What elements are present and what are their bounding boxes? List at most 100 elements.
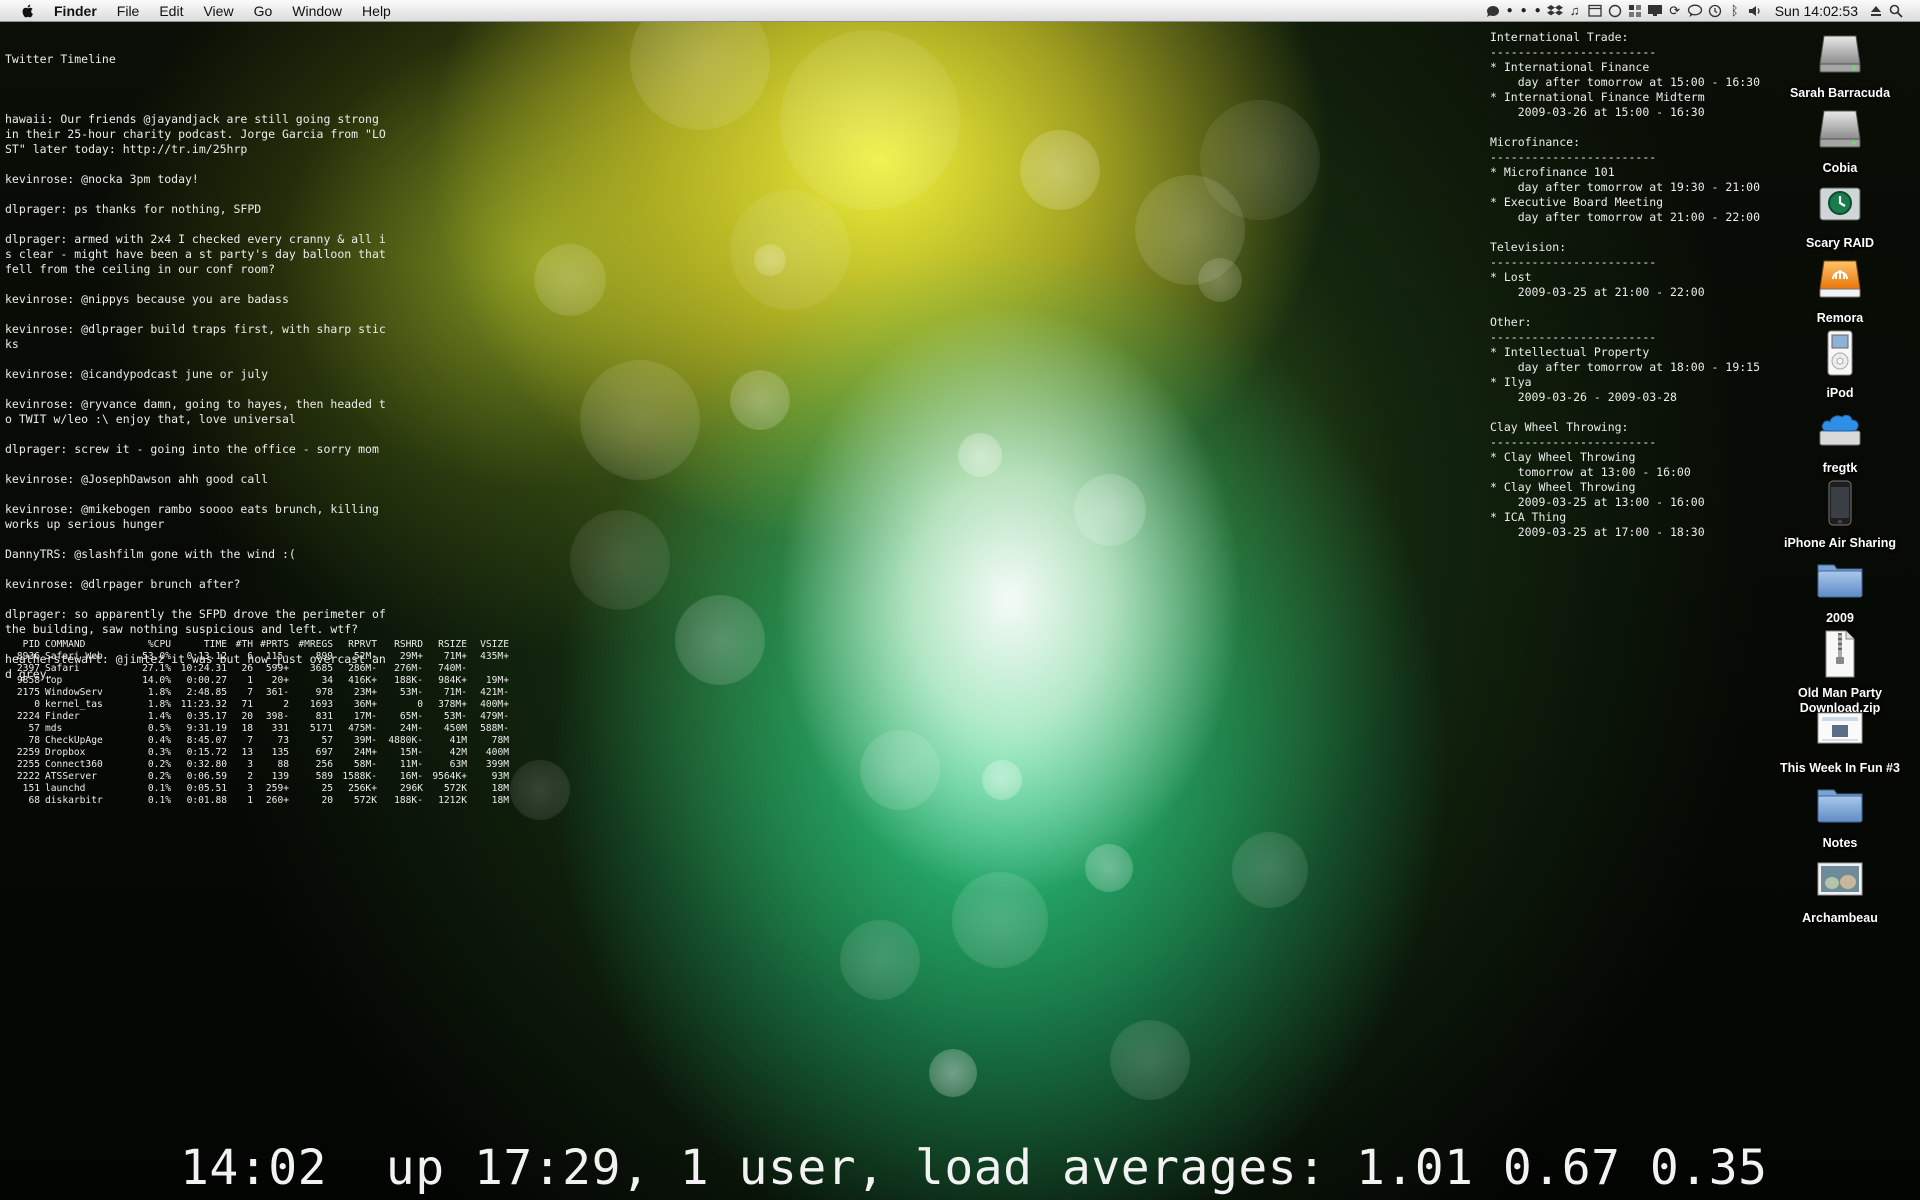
process-row: 2222 ATSServer 0.2% 0:06.59 2 139 589 1588K- 16M… bbox=[8, 771, 509, 783]
menu-help[interactable]: Help bbox=[352, 0, 401, 22]
process-cell: 899 bbox=[315, 651, 333, 662]
process-cell: 0:00.27 bbox=[186, 675, 227, 686]
calendar-category: Other: ------------------------ * Intellec… bbox=[1490, 315, 1760, 405]
process-cell: 2255 bbox=[16, 759, 40, 770]
tweet: dlprager: so apparently the SFPD drove t… bbox=[5, 607, 393, 636]
process-cell: 416K+ bbox=[348, 675, 377, 686]
status-dot-icon[interactable]: ● bbox=[1517, 0, 1531, 22]
eject-icon[interactable] bbox=[1866, 0, 1886, 22]
desktop-icon[interactable]: Scary RAID bbox=[1760, 178, 1920, 251]
desktop-icon[interactable]: iPhone Air Sharing bbox=[1760, 478, 1920, 551]
menu-edit[interactable]: Edit bbox=[149, 0, 193, 22]
menu-window[interactable]: Window bbox=[282, 0, 352, 22]
bokeh-light bbox=[1020, 130, 1100, 210]
process-cell: 479M- bbox=[480, 711, 509, 722]
menu-clock[interactable]: Sun 14:02:53 bbox=[1765, 3, 1866, 19]
twitter-timeline-title: Twitter Timeline bbox=[5, 52, 116, 66]
apple-menu-icon[interactable] bbox=[20, 3, 36, 19]
tweet: kevinrose: @nippys because you are badas… bbox=[5, 292, 289, 306]
process-cell bbox=[467, 663, 509, 675]
menu-view[interactable]: View bbox=[193, 0, 243, 22]
desktop-icon[interactable]: iPod bbox=[1760, 328, 1920, 401]
process-cell: 11:23.32 bbox=[180, 699, 227, 710]
itunes-icon[interactable]: ♫ bbox=[1565, 0, 1585, 22]
folder-icon bbox=[1814, 778, 1866, 834]
desktop-icon-label: iPhone Air Sharing bbox=[1783, 536, 1897, 550]
desktop-icon-label: This Week In Fun #3 bbox=[1780, 761, 1900, 775]
status-dot-icon[interactable]: ● bbox=[1503, 0, 1517, 22]
process-cell: 421M- bbox=[480, 687, 509, 698]
process-cell: 53M- bbox=[399, 687, 423, 698]
zip-file-icon bbox=[1814, 628, 1866, 684]
menu-file[interactable]: File bbox=[107, 0, 150, 22]
process-cell: 39M- bbox=[353, 735, 377, 746]
process-row: 57 mds 0.5% 9:31.19 18 331 5171 475M- 24M- 450M 58… bbox=[8, 723, 509, 735]
process-cell: 24M- bbox=[399, 723, 423, 734]
process-cell: 8936 bbox=[16, 651, 40, 662]
sync-icon[interactable]: ⟳ bbox=[1665, 0, 1685, 22]
time-machine-icon[interactable] bbox=[1705, 0, 1725, 22]
calendar-category: Television: ------------------------ * Los… bbox=[1490, 240, 1760, 300]
process-table-body: 8936 Safari Web 53.0% 0:13.12 6 115- 899 52M- 29… bbox=[8, 651, 509, 807]
process-cell: WindowServ bbox=[45, 687, 103, 698]
process-cell: 139 bbox=[271, 771, 289, 782]
volume-icon[interactable] bbox=[1745, 0, 1765, 22]
process-cell: 57 bbox=[28, 723, 40, 734]
process-cell: 18M bbox=[491, 783, 509, 794]
bokeh-light bbox=[1085, 844, 1133, 892]
display-icon[interactable] bbox=[1645, 0, 1665, 22]
desktop-icon[interactable]: Archambeau bbox=[1760, 853, 1920, 926]
bokeh-light bbox=[958, 433, 1002, 477]
bokeh-light bbox=[952, 872, 1048, 968]
bokeh-light bbox=[929, 1049, 977, 1097]
calendar-category-name: Microfinance: bbox=[1490, 135, 1581, 149]
process-column-header: RSHRD bbox=[394, 639, 423, 650]
process-cell: launchd bbox=[45, 783, 86, 794]
time-machine-drive-icon bbox=[1814, 178, 1866, 234]
process-row: 8936 Safari Web 53.0% 0:13.12 6 115- 899 52M- 29… bbox=[8, 651, 509, 663]
growl-icon[interactable] bbox=[1483, 0, 1503, 22]
process-cell: 18 bbox=[241, 723, 253, 734]
process-cell: 65M- bbox=[399, 711, 423, 722]
desktop-icon[interactable]: This Week In Fun #3 bbox=[1760, 703, 1920, 776]
calendar-event-title: * Intellectual Property bbox=[1490, 345, 1650, 359]
process-cell: 42M bbox=[449, 747, 467, 758]
calendar-separator: ------------------------ bbox=[1490, 45, 1657, 59]
desktop-icon[interactable]: Remora bbox=[1760, 253, 1920, 326]
menu-go[interactable]: Go bbox=[244, 0, 283, 22]
process-cell: 53.0% bbox=[142, 651, 171, 662]
bluetooth-icon[interactable]: ᛒ bbox=[1725, 0, 1745, 22]
process-cell: 2222 bbox=[16, 771, 40, 782]
desktop-icon[interactable]: Sarah Barracuda bbox=[1760, 28, 1920, 101]
process-cell: 1.8% bbox=[147, 687, 171, 698]
bokeh-light bbox=[1198, 258, 1242, 302]
calendar-category-name: Other: bbox=[1490, 315, 1532, 329]
process-cell: 58M- bbox=[353, 759, 377, 770]
tweet: DannyTRS: @slashfilm gone with the wind … bbox=[5, 547, 296, 561]
spaces-icon[interactable] bbox=[1625, 0, 1645, 22]
desktop-icon[interactable]: 2009 bbox=[1760, 553, 1920, 626]
spotlight-icon[interactable] bbox=[1886, 0, 1906, 22]
ichat-icon[interactable] bbox=[1685, 0, 1705, 22]
process-cell: diskarbitr bbox=[45, 795, 103, 806]
calendar-event-time: 2009-03-26 - 2009-03-28 bbox=[1490, 390, 1677, 404]
desktop-icon[interactable]: Notes bbox=[1760, 778, 1920, 851]
process-cell: 0:06.59 bbox=[186, 771, 227, 782]
tweet-list: hawaii: Our friends @jayandjack are stil… bbox=[5, 112, 405, 682]
process-cell: 0.5% bbox=[147, 723, 171, 734]
desktop-icon[interactable]: Cobia bbox=[1760, 103, 1920, 176]
process-row: 0 kernel_tas 1.8% 11:23.32 71 2 1693 36M+ 0 378M+… bbox=[8, 699, 509, 711]
process-cell: 18M bbox=[491, 795, 509, 806]
dropbox-icon[interactable] bbox=[1545, 0, 1565, 22]
desktop-icon[interactable]: fregtk bbox=[1760, 403, 1920, 476]
bokeh-light bbox=[1232, 832, 1308, 908]
menu-finder[interactable]: Finder bbox=[50, 0, 107, 22]
process-cell: 0 bbox=[34, 699, 40, 710]
status-dot-icon[interactable]: ● bbox=[1531, 0, 1545, 22]
process-cell: 20 bbox=[321, 795, 333, 806]
process-list: PID COMMAND %CPU TIME #TH #PRTS #MREGS RPRVT RSH… bbox=[8, 639, 509, 807]
calendar-icon[interactable] bbox=[1585, 0, 1605, 22]
activity-icon[interactable] bbox=[1605, 0, 1625, 22]
process-cell: 1212K bbox=[438, 795, 467, 806]
calendar-separator: ------------------------ bbox=[1490, 330, 1657, 344]
